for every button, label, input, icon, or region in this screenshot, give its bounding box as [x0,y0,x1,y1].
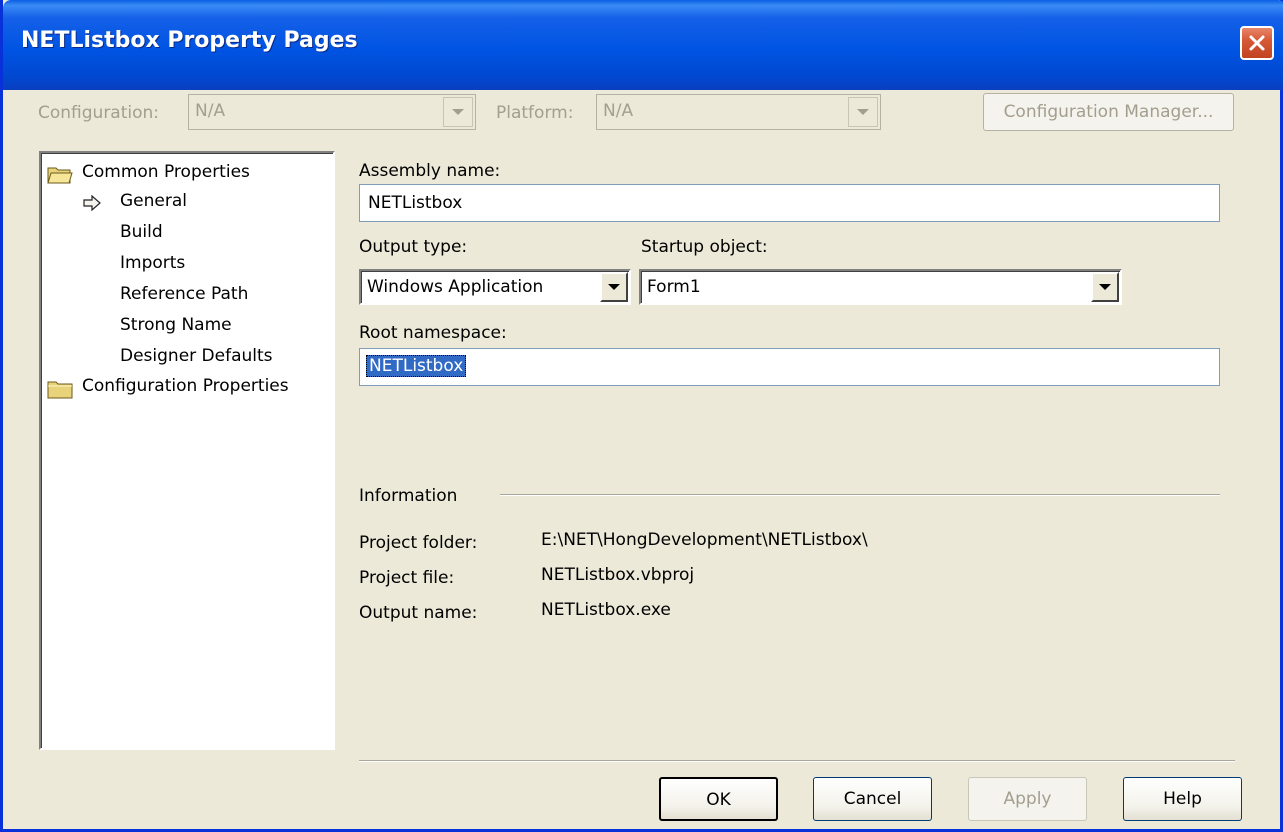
configuration-manager-button[interactable]: Configuration Manager... [983,93,1234,131]
information-divider [500,494,1220,496]
tree-item-strong-name[interactable]: Strong Name [120,315,232,335]
output-name-value: NETListbox.exe [541,600,671,620]
project-folder-value: E:\NET\HongDevelopment\NETListbox\ [541,530,868,550]
close-button[interactable] [1240,26,1274,60]
help-button[interactable]: Help [1123,777,1242,821]
root-namespace-input[interactable]: NETListbox [359,348,1220,386]
chevron-down-icon [1099,284,1111,290]
platform-value: N/A [603,101,634,121]
cancel-button[interactable]: Cancel [813,777,932,821]
output-type-value: Windows Application [367,277,544,297]
tree-item-configuration-properties[interactable]: Configuration Properties [82,376,289,396]
root-namespace-value: NETListbox [366,355,467,377]
button-bar-divider [359,760,1235,762]
title-bar[interactable]: NETListbox Property Pages [3,0,1283,90]
chevron-down-icon [608,284,620,290]
root-namespace-label: Root namespace: [359,323,507,343]
startup-object-label: Startup object: [641,237,768,257]
configuration-combo[interactable]: N/A [188,94,476,130]
tree-item-build[interactable]: Build [120,222,163,242]
output-type-label: Output type: [359,237,468,257]
project-folder-label: Project folder: [359,533,478,553]
configuration-label: Configuration: [38,103,160,123]
configuration-dropdown-arrow[interactable] [443,97,473,127]
platform-label: Platform: [496,103,574,123]
project-file-value: NETListbox.vbproj [541,565,695,585]
output-name-label: Output name: [359,603,478,623]
chevron-down-icon [452,109,464,115]
ok-button[interactable]: OK [659,777,778,821]
property-pages-dialog: NETListbox Property Pages Configuration:… [0,0,1283,832]
tree-item-imports[interactable]: Imports [120,253,185,273]
startup-object-dropdown-button[interactable] [1091,272,1119,302]
tree-item-general[interactable]: General [120,191,187,211]
output-type-select[interactable]: Windows Application [359,269,631,305]
chevron-down-icon [857,109,869,115]
folder-icon [47,381,73,399]
configuration-value: N/A [195,101,226,121]
tree-item-common-properties[interactable]: Common Properties [82,162,250,182]
output-type-dropdown-button[interactable] [600,272,628,302]
open-folder-icon [47,167,73,184]
tree-item-designer-defaults[interactable]: Designer Defaults [120,346,273,366]
platform-dropdown-arrow[interactable] [848,97,878,127]
project-file-label: Project file: [359,568,455,588]
tree-item-reference-path[interactable]: Reference Path [120,284,248,304]
apply-button[interactable]: Apply [968,777,1087,821]
assembly-name-label: Assembly name: [359,161,501,181]
close-icon [1249,35,1265,51]
startup-object-select[interactable]: Form1 [639,269,1122,305]
information-heading: Information [359,486,458,506]
assembly-name-input[interactable]: NETListbox [359,184,1220,222]
startup-object-value: Form1 [647,277,701,297]
selected-arrow-icon [83,195,101,211]
assembly-name-value: NETListbox [368,193,463,213]
property-tree[interactable]: Common Properties General Build Imports … [39,151,335,750]
window-title: NETListbox Property Pages [21,28,358,53]
platform-combo[interactable]: N/A [596,94,881,130]
